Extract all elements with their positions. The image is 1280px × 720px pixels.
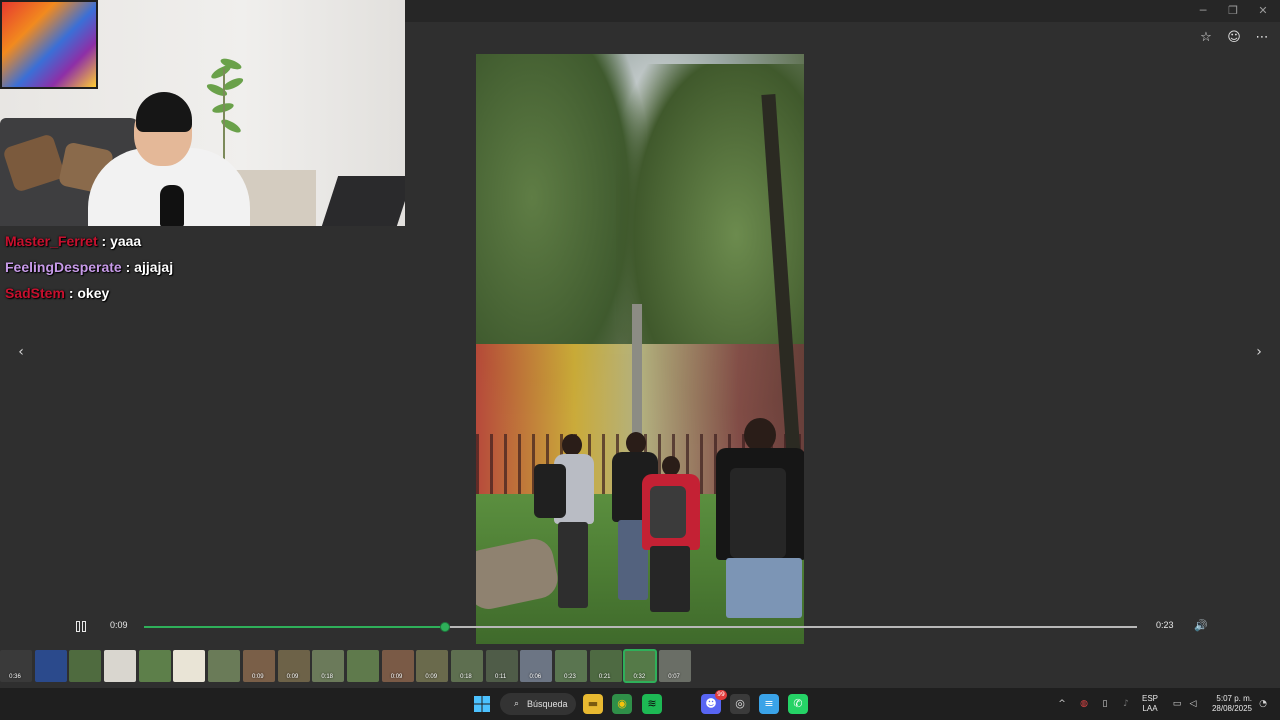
chat-separator: : [101,233,107,249]
taskbar-search[interactable]: ⌕ Búsqueda [500,693,576,715]
current-time: 0:09 [110,620,128,630]
stream-chat: Master_Ferret : yaaa FeelingDesperate : … [5,232,405,310]
thumbnail-duration: 0:21 [598,674,611,680]
filmstrip-thumbnail[interactable] [173,650,206,682]
filmstrip-thumbnail[interactable]: 0:06 [520,650,553,682]
close-button[interactable]: ✕ [1248,2,1278,20]
search-icon: ⌕ [514,699,520,709]
photos-video-viewer: ─ ❐ ✕ ☆ ☺ ⋯ Master_Ferret: yaaa Feeling… [0,0,1280,720]
language-indicator[interactable]: ESP LAA [1142,694,1158,714]
seek-bar-progress [144,626,445,628]
whatsapp-icon[interactable]: ✆ [788,694,808,714]
wall-painting [0,0,98,89]
next-item-button[interactable]: › [1249,342,1269,362]
filmstrip-thumbnail[interactable]: 0:18 [312,650,345,682]
filmstrip-thumbnail[interactable]: 0:07 [659,650,692,682]
thumbnail-duration: 0:06 [529,674,542,680]
filmstrip-thumbnail[interactable] [34,650,67,682]
windows-start-icon[interactable] [472,694,492,714]
filmstrip-thumbnail[interactable]: 0:32 [623,649,658,683]
filmstrip-thumbnail[interactable] [104,650,137,682]
star-icon[interactable]: ☆ [1196,28,1216,48]
filmstrip-thumbnail[interactable] [138,650,171,682]
keyboard-layout: LAA [1142,704,1158,713]
pause-icon [82,621,86,632]
smiley-icon[interactable]: ☺ [1224,28,1244,48]
thumbnail-duration: 0:32 [633,674,646,680]
thumbnail-duration: 0:09 [425,674,438,680]
volume-icon[interactable]: 🔊 [1192,617,1210,635]
microphone [160,185,184,226]
filmstrip-thumbnail[interactable] [346,650,379,682]
battery-icon[interactable]: ▯ [1098,697,1112,711]
filmstrip: 0:36 0:09 0:09 0:18 0:09 0:09 0:18 0:11 0:06 0:23… [0,649,694,684]
filmstrip-thumbnail[interactable]: 0:21 [589,650,622,682]
speaker-icon[interactable]: ◁ [1186,697,1200,711]
filmstrip-thumbnail[interactable]: 0:09 [416,650,449,682]
filmstrip-thumbnail[interactable]: 0:09 [242,650,275,682]
thumbnail-duration: 0:36 [9,674,21,680]
video-frame[interactable] [476,54,804,644]
clock-date: 28/08/2025 [1211,704,1252,713]
maximize-button[interactable]: ❐ [1218,2,1248,20]
language-code: ESP [1142,694,1159,703]
notepad-icon[interactable]: ≡ [759,694,779,714]
antivirus-icon[interactable]: ◍ [1077,697,1091,711]
thumbnail-duration: 0:09 [251,674,264,680]
chat-separator: : [68,285,74,301]
filmstrip-thumbnail[interactable]: 0:09 [277,650,310,682]
filmstrip-thumbnail[interactable]: 0:18 [450,650,483,682]
spotify-icon[interactable]: ≋ [642,694,662,714]
notification-badge: 99 [715,690,727,700]
chat-username: Master_Ferret [5,233,98,249]
chat-separator: : [125,259,131,275]
filmstrip-thumbnail[interactable] [69,650,102,682]
chat-username: FeelingDesperate [5,259,122,275]
chat-text: yaaa [110,233,142,249]
clock-time: 5:07 p. m. [1216,694,1252,703]
network-icon[interactable]: ▭ [1170,697,1184,711]
pause-button[interactable] [74,618,90,636]
thumbnail-duration: 0:18 [321,674,334,680]
thumbnail-duration: 0:11 [495,674,507,680]
microphone-icon[interactable]: ♪ [1119,697,1133,711]
previous-item-button[interactable]: ‹ [11,342,31,362]
taskbar-clock[interactable]: 5:07 p. m. 28/08/2025 [1204,694,1252,714]
chat-message: Master_Ferret : yaaa [5,232,405,258]
pause-icon [76,621,80,632]
playback-controls: 0:09 0:23 🔊 [70,616,1215,638]
filmstrip-thumbnail[interactable]: 0:23 [555,650,587,682]
thumbnail-duration: 0:09 [390,674,403,680]
seek-bar-thumb[interactable] [439,622,450,632]
total-time: 0:23 [1156,620,1174,630]
tray-overflow-icon[interactable]: ^ [1055,697,1069,711]
filmstrip-thumbnail[interactable]: 0:09 [381,650,414,682]
obs-icon[interactable]: ◎ [730,694,750,714]
viewer-toolbar: ☆ ☺ ⋯ [1196,28,1272,48]
filmstrip-thumbnail[interactable] [208,650,241,682]
discord-icon[interactable]: ☻ 99 [701,690,727,714]
minimize-button[interactable]: ─ [1188,2,1218,20]
thumbnail-duration: 0:07 [668,674,680,680]
notification-bell-icon[interactable]: ◔ [1256,697,1270,711]
thumbnail-duration: 0:18 [460,674,472,680]
thumbnail-duration: 0:23 [564,674,576,680]
filmstrip-thumbnail[interactable]: 0:11 [485,650,518,682]
chat-text: okey [77,285,110,301]
chrome-icon[interactable]: ◉ [612,694,632,714]
ellipsis-icon[interactable]: ⋯ [1252,28,1272,48]
chat-username: SadStem [5,285,65,301]
chat-text: ajjajaj [134,259,174,275]
file-explorer-icon[interactable]: ▬ [583,694,603,714]
chat-message: SadStem : okey [5,284,405,310]
chat-message: FeelingDesperate : ajjajaj [5,258,405,284]
seek-bar[interactable] [144,622,1137,632]
search-label: Búsqueda [527,699,568,709]
taskbar: ⌕ Búsqueda ▬ ◉ ≋ ☻ 99 ◎ ≡ ✆ ^ ◍ ▯ ♪ ESP LAA ▭ ◁… [0,688,1280,720]
filmstrip-thumbnail[interactable]: 0:36 [0,650,32,682]
thumbnail-duration: 0:09 [286,674,299,680]
webcam-overlay [0,0,405,226]
